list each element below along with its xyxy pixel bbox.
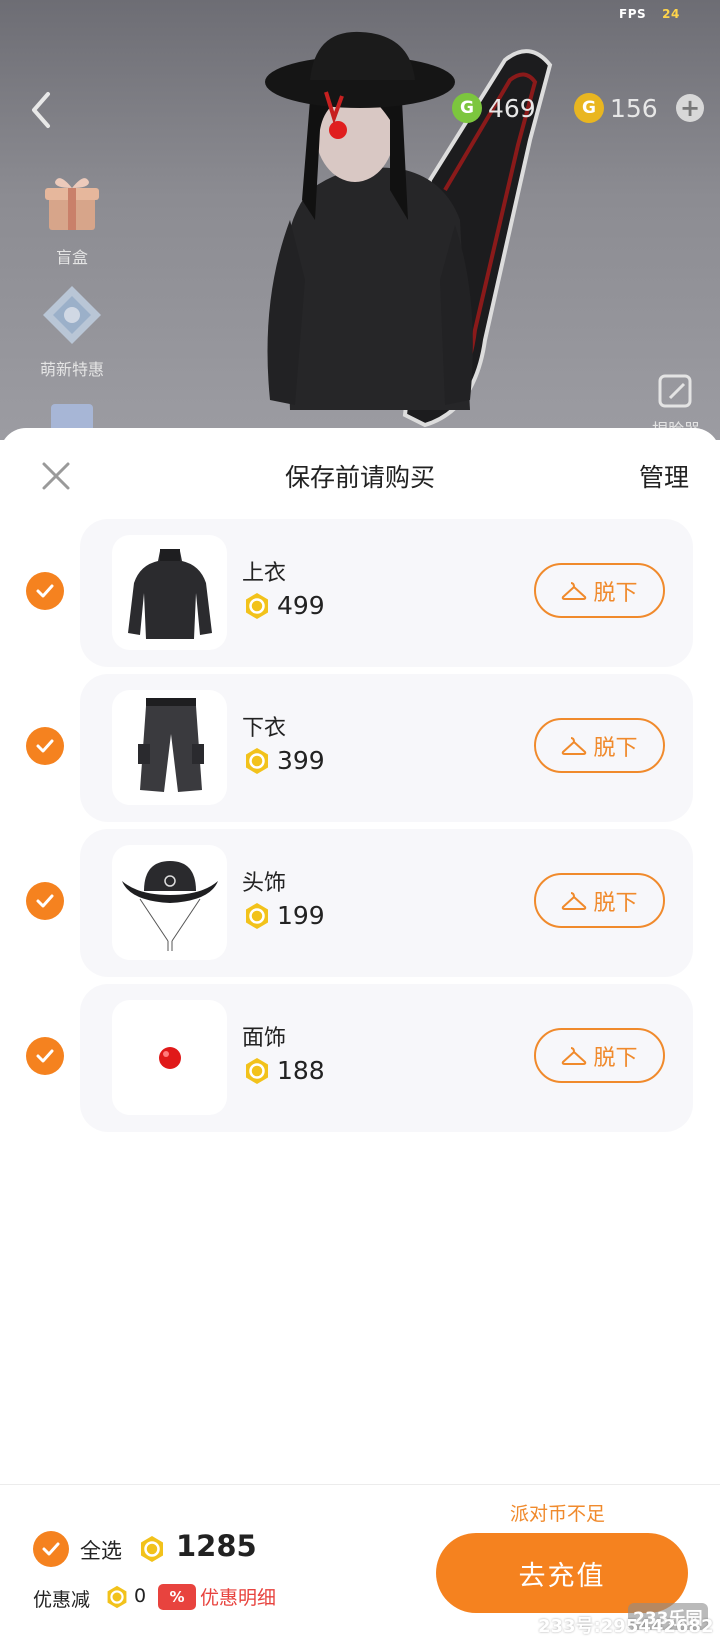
item-price: 188: [243, 1056, 325, 1085]
discount-detail-label: 优惠明细: [200, 1587, 277, 1609]
cart-item-card: 上衣 499 脱下: [80, 519, 693, 667]
green-coin-icon: G: [452, 93, 482, 123]
edit-icon: [658, 374, 692, 408]
take-off-label: 脱下: [593, 580, 638, 606]
take-off-label: 脱下: [593, 890, 638, 916]
newbie-deal-icon: [43, 286, 101, 344]
check-icon: [36, 584, 54, 598]
item-name: 上衣: [242, 561, 287, 586]
avatar-character: [265, 31, 553, 428]
hanger-icon: [562, 736, 587, 755]
item-checkbox-headwear[interactable]: [26, 882, 64, 920]
total-amount: 1285: [176, 1529, 257, 1563]
discount-value: 0: [134, 1585, 147, 1607]
take-off-button[interactable]: 脱下: [534, 718, 665, 773]
check-icon: [36, 894, 54, 908]
recharge-button[interactable]: 去充值: [436, 1533, 688, 1613]
cowboy-hat-thumbnail: [112, 845, 227, 960]
item-price: 199: [243, 901, 325, 930]
discount-label: 优惠减: [33, 1589, 91, 1611]
gift-box-icon: [45, 178, 99, 230]
side-item-newbie-deal-label: 萌新特惠: [39, 360, 104, 379]
select-all-label[interactable]: 全选: [80, 1535, 122, 1565]
gold-currency-amount: 156: [610, 93, 658, 123]
take-off-button[interactable]: 脱下: [534, 1028, 665, 1083]
watermark-id: 233号:295442682: [538, 1616, 714, 1637]
gold-coin-icon: [246, 747, 268, 774]
select-all-checkbox[interactable]: [33, 1531, 69, 1567]
cargo-pants-thumbnail: [112, 690, 227, 805]
check-icon: [36, 739, 54, 753]
item-price: 499: [243, 591, 325, 620]
sweater-thumbnail: [112, 535, 227, 650]
hanger-icon: [562, 581, 587, 600]
take-off-label: 脱下: [593, 735, 638, 761]
item-price-value: 499: [277, 591, 325, 620]
avatar-scene: FPS 24 G 469 G 156 + 盲盒 萌新特惠: [0, 0, 720, 440]
gold-currency: G 156: [574, 90, 658, 126]
hanger-icon: [562, 1046, 587, 1065]
item-price-value: 199: [277, 901, 325, 930]
sheet-title: 保存前请购买: [284, 463, 435, 492]
check-icon: [36, 1049, 54, 1063]
cart-item-card: 面饰 188 脱下: [80, 984, 693, 1132]
insufficient-balance-notice: 派对币不足: [510, 1503, 606, 1525]
fps-value: 24: [662, 7, 680, 21]
take-off-button[interactable]: 脱下: [534, 873, 665, 928]
take-off-label: 脱下: [593, 1045, 638, 1071]
check-icon: [42, 1542, 60, 1556]
gold-coin-icon: G: [574, 93, 604, 123]
pants-image: [137, 697, 204, 792]
gold-coin-icon: [246, 592, 268, 619]
side-item-newbie-deal[interactable]: 萌新特惠: [30, 282, 114, 380]
item-name: 下衣: [242, 716, 287, 741]
cart-item-card: 头饰 199 脱下: [80, 829, 693, 977]
gold-coin-icon: [107, 1585, 127, 1609]
item-price-value: 399: [277, 746, 325, 775]
manage-button[interactable]: 管理: [639, 458, 689, 494]
green-currency-amount: 469: [488, 93, 536, 123]
item-price-value: 188: [277, 1056, 325, 1085]
fps-counter: FPS 24: [619, 7, 680, 21]
item-checkbox-top[interactable]: [26, 572, 64, 610]
item-name: 面饰: [242, 1026, 287, 1051]
add-currency-button[interactable]: +: [676, 94, 704, 122]
red-nose-image: [158, 1046, 181, 1069]
item-checkbox-bottom[interactable]: [26, 727, 64, 765]
cart-item-card: 下衣 399 脱下: [80, 674, 693, 822]
side-item-blind-box[interactable]: 盲盒: [30, 170, 114, 268]
item-name: 头饰: [242, 871, 287, 896]
gold-coin-icon: [141, 1536, 163, 1562]
gold-coin-icon: [246, 1057, 268, 1084]
clown-nose-thumbnail: [112, 1000, 227, 1115]
item-price: 399: [243, 746, 325, 775]
item-checkbox-facewear[interactable]: [26, 1037, 64, 1075]
sweater-image: [127, 548, 212, 639]
hat-image: [121, 860, 218, 951]
discount-badge: %: [158, 1583, 196, 1610]
discount-detail-link[interactable]: % 优惠明细: [158, 1583, 276, 1610]
hanger-icon: [562, 891, 587, 910]
take-off-button[interactable]: 脱下: [534, 563, 665, 618]
fps-label: FPS: [619, 7, 647, 21]
gold-coin-icon: [246, 902, 268, 929]
side-item-blind-box-label: 盲盒: [55, 248, 88, 267]
back-button[interactable]: [22, 86, 62, 134]
green-currency: G 469: [452, 90, 536, 126]
chevron-left-icon: [32, 92, 50, 128]
purchase-sheet: 保存前请购买 管理 上衣 499 脱下 下衣 399 脱下 头饰 199 脱下 …: [0, 428, 720, 1640]
plus-icon: +: [679, 94, 701, 122]
